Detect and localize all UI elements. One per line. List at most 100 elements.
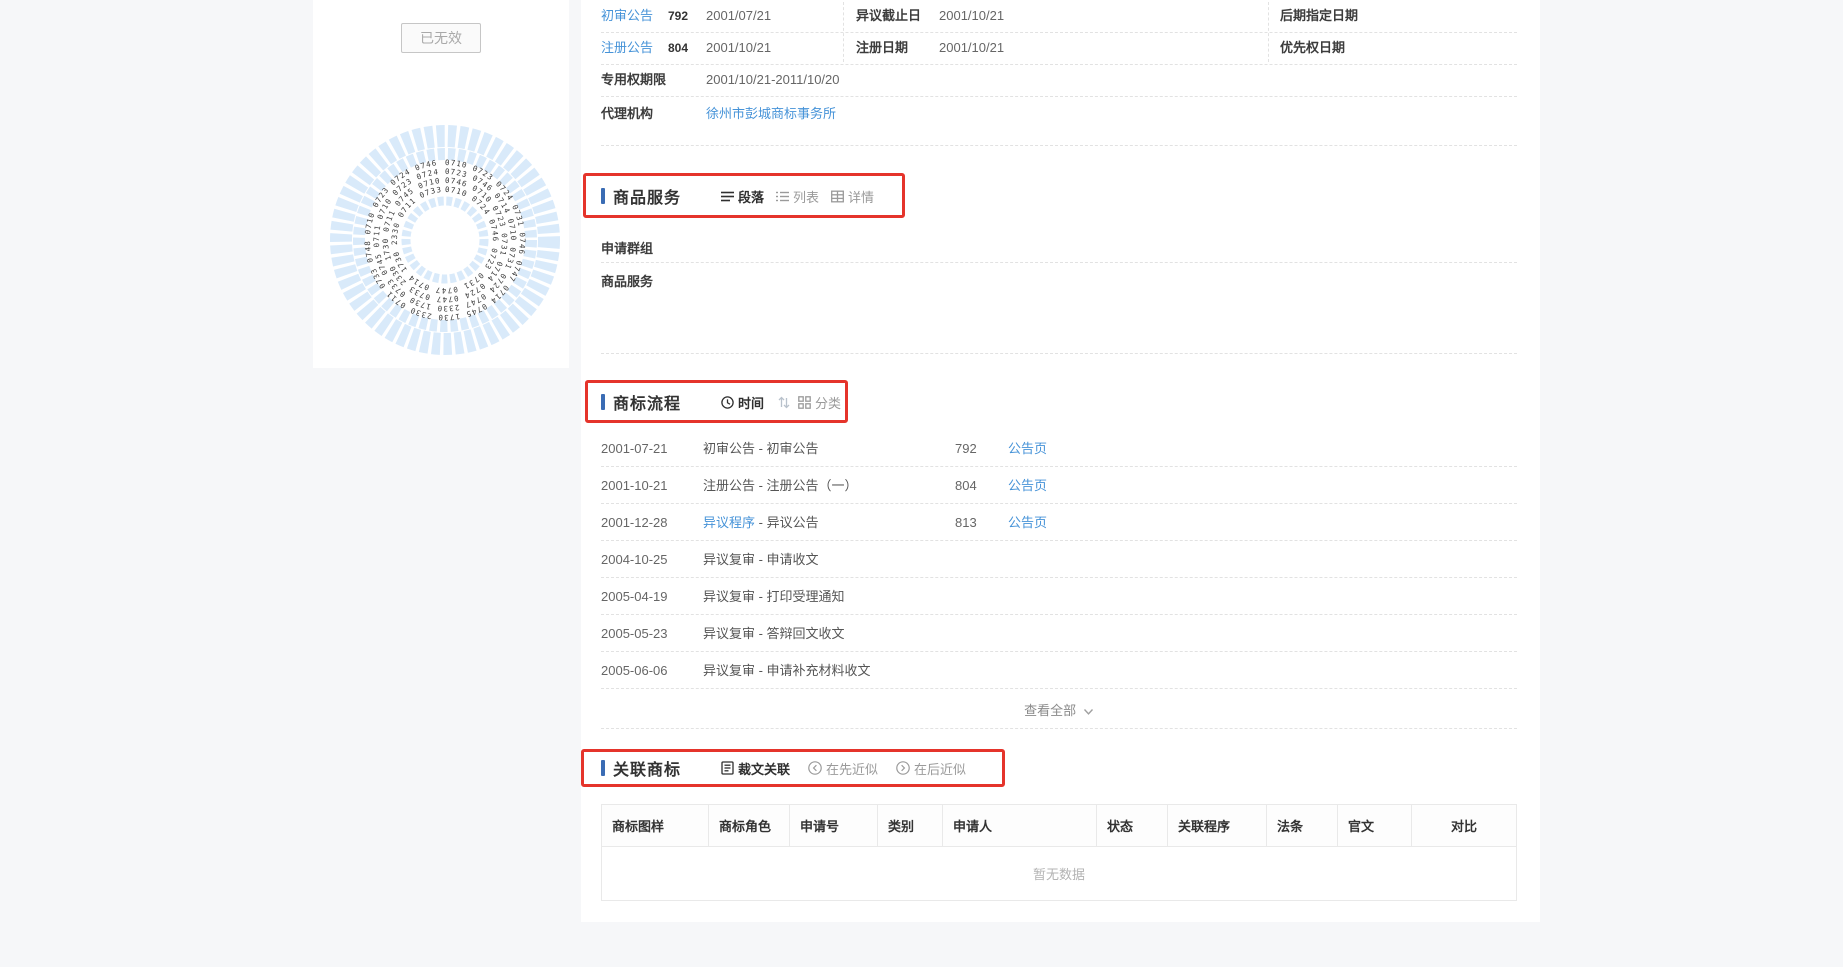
process-step-text: 注册公告 - 注册公告（一） (703, 478, 858, 493)
svg-text:0746 0710 0723 0731 0714 0724: 0746 0710 0723 0731 0714 0724 0747 0733 … (381, 176, 509, 304)
tab-list-label: 列表 (793, 187, 819, 206)
col-trademark-image: 商标图样 (602, 805, 709, 847)
process-date: 2004-10-25 (601, 541, 668, 578)
trademark-detail-card: 初审公告 792 2001/07/21 异议截止日 2001/10/21 后期指… (581, 0, 1540, 922)
tab-prior-similar[interactable]: 在先近似 (808, 759, 878, 778)
gazette-issue-no: 804 (955, 467, 977, 504)
goods-view-tabs: 段落 列表 详情 (721, 187, 886, 206)
paragraph-icon (721, 190, 734, 203)
tab-detail-label: 详情 (848, 187, 874, 206)
opposition-deadline-value: 2001/10/21 (939, 0, 1004, 32)
process-row: 2001-07-21 初审公告 - 初审公告 792 公告页 (581, 430, 1540, 467)
application-group-label: 申请群组 (601, 238, 653, 257)
col-application-no: 申请号 (790, 805, 878, 847)
initial-announcement-date: 2001/07/21 (706, 0, 771, 32)
process-step: 异议复审 - 打印受理通知 (703, 578, 845, 615)
tab-ruling-relation[interactable]: 裁文关联 (721, 759, 790, 778)
initial-announcement-issue-no: 792 (668, 0, 688, 32)
registration-date-label: 注册日期 (856, 32, 908, 64)
process-date: 2005-04-19 (601, 578, 668, 615)
tab-list[interactable]: 列表 (776, 187, 819, 206)
status-badge[interactable]: 已无效 (401, 23, 481, 53)
trademark-summary-card: 已无效 0710 0723 0724 0731 0746 0747 0714 0… (313, 0, 569, 368)
col-law-article: 法条 (1267, 805, 1338, 847)
divider (601, 262, 1517, 263)
divider (601, 145, 1517, 146)
tab-time-label: 时间 (738, 393, 764, 412)
section-accent-bar (601, 760, 605, 776)
list-icon (776, 190, 789, 203)
priority-date-label: 优先权日期 (1280, 32, 1345, 64)
gazette-page-link[interactable]: 公告页 (1008, 430, 1047, 467)
tab-time[interactable]: 时间 (721, 393, 764, 412)
process-step: 异议复审 - 答辩回文收文 (703, 615, 845, 652)
gazette-page-link[interactable]: 公告页 (1008, 504, 1047, 541)
process-row: 2005-04-19 异议复审 - 打印受理通知 (581, 578, 1540, 615)
document-icon (721, 761, 734, 775)
tab-paragraph-label: 段落 (738, 187, 764, 206)
divider (601, 96, 1517, 97)
divider (601, 353, 1517, 354)
trademark-image: 0710 0723 0724 0731 0746 0747 0714 0745 … (327, 122, 563, 358)
circle-chevron-right-icon (896, 761, 910, 775)
registration-announcement-issue-no: 804 (668, 32, 688, 64)
clock-icon (721, 396, 734, 409)
gazette-issue-no: 813 (955, 504, 977, 541)
tab-later-similar-label: 在后近似 (914, 759, 966, 778)
exclusive-right-period-label: 专用权期限 (601, 64, 666, 96)
number-ring-3: 0746 0710 0723 0731 0714 0724 0747 0733 … (381, 176, 509, 304)
tab-prior-similar-label: 在先近似 (826, 759, 878, 778)
sort-icon[interactable] (778, 396, 790, 409)
process-step: 异议复审 - 申请收文 (703, 541, 819, 578)
process-date: 2005-05-23 (601, 615, 668, 652)
related-view-tabs: 裁文关联 在先近似 在后近似 (721, 759, 978, 778)
goods-section-header: 商品服务 段落 列表 详情 (581, 175, 1540, 217)
col-official-doc: 官文 (1338, 805, 1412, 847)
process-step: 异议程序 - 异议公告 (703, 504, 819, 541)
goods-services-label: 商品服务 (601, 271, 653, 290)
tab-category-label: 分类 (815, 393, 841, 412)
goods-section-title: 商品服务 (613, 184, 681, 208)
col-compare: 对比 (1412, 805, 1517, 847)
col-class: 类别 (878, 805, 943, 847)
initial-announcement-link[interactable]: 初审公告 (601, 0, 653, 32)
divider (601, 688, 1517, 689)
table-icon (831, 190, 844, 203)
process-row: 2005-05-23 异议复审 - 答辩回文收文 (581, 615, 1540, 652)
process-row: 2004-10-25 异议复审 - 申请收文 (581, 541, 1540, 578)
gazette-issue-no: 792 (955, 430, 977, 467)
section-accent-bar (601, 188, 605, 204)
tab-detail[interactable]: 详情 (831, 187, 874, 206)
process-section-title: 商标流程 (613, 390, 681, 414)
tab-paragraph[interactable]: 段落 (721, 187, 764, 206)
column-divider (843, 2, 844, 62)
section-accent-bar (601, 394, 605, 410)
process-step-text: - 异议公告 (755, 515, 819, 530)
process-step: 初审公告 - 初审公告 (703, 430, 819, 467)
empty-state-text: 暂无数据 (602, 847, 1517, 901)
related-trademarks-table: 商标图样 商标角色 申请号 类别 申请人 状态 关联程序 法条 官文 对比 暂无… (601, 804, 1517, 901)
table-header-row: 商标图样 商标角色 申请号 类别 申请人 状态 关联程序 法条 官文 对比 (602, 805, 1517, 847)
col-status: 状态 (1097, 805, 1168, 847)
process-step-text: 异议复审 - 答辩回文收文 (703, 626, 845, 641)
exclusive-right-period-value: 2001/10/21-2011/10/20 (706, 64, 840, 96)
view-all-button[interactable]: 查看全部 (601, 700, 1517, 719)
later-designation-date-label: 后期指定日期 (1280, 0, 1358, 32)
process-row: 2001-10-21 注册公告 - 注册公告（一） 804 公告页 (581, 467, 1540, 504)
registration-announcement-link[interactable]: 注册公告 (601, 32, 653, 64)
gazette-page-link[interactable]: 公告页 (1008, 467, 1047, 504)
process-date: 2001-07-21 (601, 430, 668, 467)
tab-later-similar[interactable]: 在后近似 (896, 759, 966, 778)
procedure-link[interactable]: 异议程序 (703, 515, 755, 530)
related-section-header: 关联商标 裁文关联 在先近似 在后近似 (581, 750, 1540, 786)
process-step-text: 异议复审 - 申请收文 (703, 552, 819, 567)
agency-link[interactable]: 徐州市彭城商标事务所 (706, 98, 836, 130)
trademark-detail-page: 已无效 0710 0723 0724 0731 0746 0747 0714 0… (0, 0, 1843, 967)
tab-category[interactable]: 分类 (798, 393, 841, 412)
process-date: 2001-10-21 (601, 467, 668, 504)
opposition-deadline-label: 异议截止日 (856, 0, 921, 32)
table-empty-row: 暂无数据 (602, 847, 1517, 901)
registration-announcement-date: 2001/10/21 (706, 32, 771, 64)
process-step-text: 异议复审 - 申请补充材料收文 (703, 663, 871, 678)
agency-label: 代理机构 (601, 98, 653, 130)
